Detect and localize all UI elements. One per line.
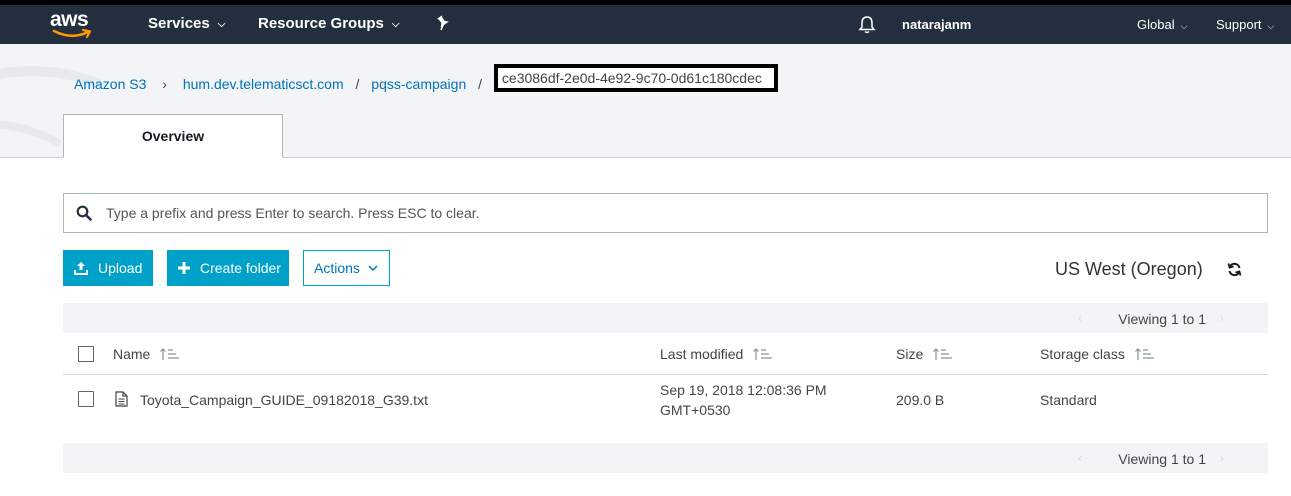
column-last-modified-label: Last modified	[660, 346, 744, 362]
chevron-down-icon: ⌵	[1180, 21, 1188, 31]
breadcrumb-folder[interactable]: pqss-campaign	[371, 76, 466, 92]
column-header-size[interactable]: Size	[896, 346, 953, 362]
pushpin-icon[interactable]	[436, 15, 450, 31]
prev-page-icon[interactable]: ‹	[1078, 311, 1082, 325]
upload-icon	[74, 261, 88, 275]
region-menu[interactable]: Global ⌵	[1137, 17, 1187, 32]
actions-label: Actions	[314, 260, 360, 276]
table-row[interactable]: Toyota_Campaign_GUIDE_09182018_G39.txt S…	[63, 376, 1268, 424]
next-page-icon[interactable]: ›	[1220, 311, 1224, 325]
file-name-link[interactable]: Toyota_Campaign_GUIDE_09182018_G39.txt	[140, 392, 428, 408]
breadcrumb-separator: /	[478, 76, 483, 92]
storage-class: Standard	[1040, 392, 1097, 408]
resource-groups-label: Resource Groups	[258, 15, 384, 32]
aws-logo[interactable]: aws	[50, 8, 94, 39]
viewing-count: Viewing 1 to 1	[1118, 311, 1206, 327]
last-modified-timezone: GMT+0530	[660, 402, 731, 418]
create-folder-label: Create folder	[200, 260, 281, 276]
sort-icon	[753, 347, 773, 361]
services-label: Services	[148, 15, 210, 32]
column-header-last-modified[interactable]: Last modified	[660, 346, 773, 362]
create-folder-button[interactable]: Create folder	[167, 250, 289, 286]
upload-button[interactable]: Upload	[63, 250, 153, 286]
search-box	[63, 193, 1268, 233]
search-input[interactable]	[106, 202, 1246, 224]
breadcrumb-amazon-s3[interactable]: Amazon S3	[74, 76, 146, 92]
bell-icon[interactable]	[858, 15, 876, 34]
pagination-bottom: ‹ Viewing 1 to 1 ›	[63, 443, 1268, 473]
refresh-icon[interactable]	[1227, 262, 1242, 277]
file-icon	[115, 391, 128, 407]
select-all-checkbox[interactable]	[78, 346, 94, 362]
next-page-icon[interactable]: ›	[1220, 451, 1224, 465]
chevron-down-icon: ⌵	[217, 19, 226, 30]
actions-button[interactable]: Actions	[303, 250, 390, 286]
upload-label: Upload	[98, 260, 143, 276]
plus-icon	[178, 262, 190, 274]
user-name: natarajanm	[902, 17, 972, 32]
column-size-label: Size	[896, 346, 924, 362]
column-storage-class-label: Storage class	[1040, 346, 1125, 362]
chevron-down-icon	[368, 264, 378, 271]
sort-icon	[1134, 347, 1155, 361]
breadcrumb-current-folder: ce3086df-2e0d-4e92-9c70-0d61c180cdec	[493, 64, 778, 92]
aws-smile-icon	[52, 28, 92, 39]
last-modified-date: Sep 19, 2018 12:08:36 PM	[660, 382, 827, 398]
resource-groups-menu[interactable]: Resource Groups ⌵	[258, 15, 399, 32]
top-navbar: aws Services ⌵ Resource Groups ⌵ natarajan…	[0, 5, 1291, 44]
pagination-top: ‹ Viewing 1 to 1 ›	[63, 303, 1268, 333]
support-label: Support	[1216, 17, 1262, 32]
column-header-storage-class[interactable]: Storage class	[1040, 346, 1155, 362]
file-size: 209.0 B	[896, 392, 945, 408]
chevron-down-icon: ⌵	[391, 19, 400, 30]
table-header: Name Last modified Size Storage class	[63, 333, 1268, 375]
search-icon	[76, 205, 92, 221]
region-label: US West (Oregon)	[1055, 259, 1203, 279]
region-menu-label: Global	[1137, 17, 1175, 32]
chevron-down-icon: ⌵	[1267, 21, 1275, 31]
prev-page-icon[interactable]: ‹	[1078, 451, 1082, 465]
sort-icon	[160, 347, 180, 361]
viewing-count: Viewing 1 to 1	[1118, 451, 1206, 467]
column-name-label: Name	[113, 346, 151, 362]
column-header-name[interactable]: Name	[113, 346, 180, 362]
support-menu[interactable]: Support ⌵	[1216, 17, 1274, 32]
user-menu[interactable]: natarajanm	[902, 17, 971, 32]
row-checkbox[interactable]	[78, 391, 94, 407]
services-menu[interactable]: Services ⌵	[148, 15, 225, 32]
breadcrumb-bucket[interactable]: hum.dev.telematicsct.com	[183, 76, 344, 92]
sort-icon	[933, 347, 953, 361]
breadcrumb-separator: /	[355, 76, 360, 92]
breadcrumb-separator: ›	[162, 76, 167, 92]
breadcrumb: Amazon S3 › hum.dev.telematicsct.com / p…	[74, 64, 778, 98]
tab-overview[interactable]: Overview	[63, 114, 283, 158]
